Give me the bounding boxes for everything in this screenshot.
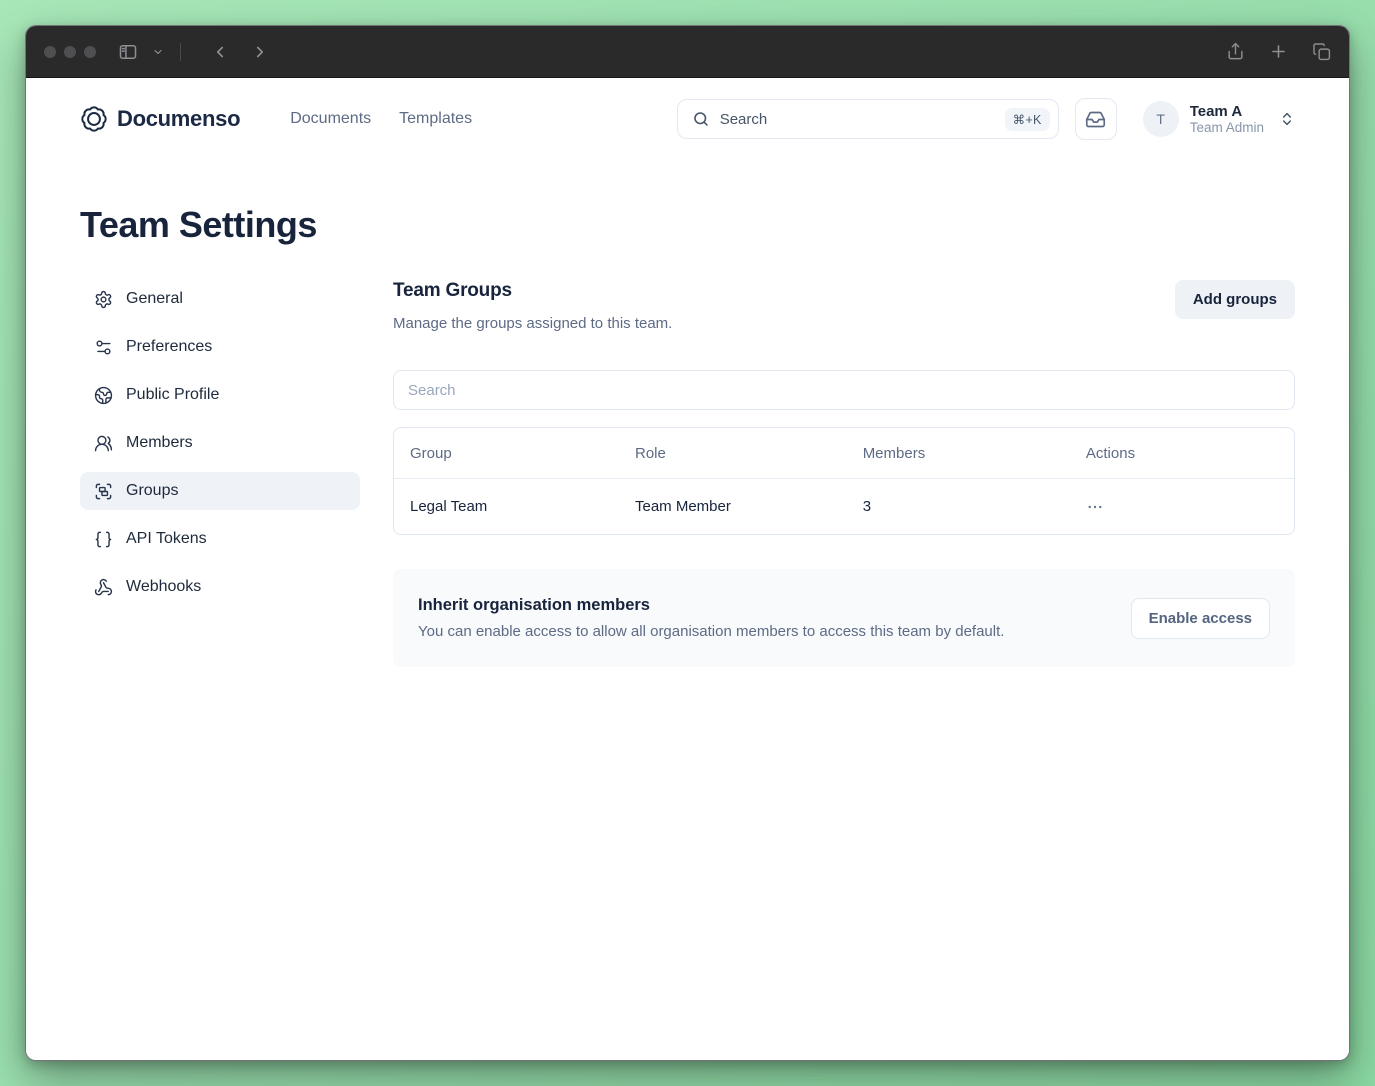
inherit-description: You can enable access to allow all organ… bbox=[418, 623, 1005, 640]
table-row: Legal Team Team Member 3 bbox=[394, 478, 1294, 534]
braces-icon bbox=[94, 530, 113, 549]
app-header: Documenso Documents Templates Search ⌘+K… bbox=[26, 78, 1349, 160]
toolbar-divider bbox=[180, 42, 181, 61]
chevrons-up-down-icon bbox=[1279, 111, 1295, 127]
sidebar-item-label: General bbox=[126, 290, 183, 307]
sidebar-item-members[interactable]: Members bbox=[80, 424, 360, 462]
traffic-lights[interactable] bbox=[44, 45, 96, 58]
gear-icon bbox=[94, 290, 113, 309]
browser-window: Documenso Documents Templates Search ⌘+K… bbox=[25, 25, 1350, 1061]
sidebar-item-label: Webhooks bbox=[126, 578, 202, 595]
chevron-down-icon[interactable] bbox=[152, 46, 164, 58]
cell-role: Team Member bbox=[635, 498, 731, 515]
sidebar-item-label: Preferences bbox=[126, 338, 213, 355]
settings-sidebar: General Preferences Public Profile Membe… bbox=[80, 280, 360, 667]
back-icon[interactable] bbox=[211, 43, 229, 61]
webhook-icon bbox=[94, 578, 113, 597]
search-icon bbox=[692, 110, 710, 128]
add-groups-button[interactable]: Add groups bbox=[1174, 280, 1295, 319]
sidebar-item-webhooks[interactable]: Webhooks bbox=[80, 568, 360, 606]
groups-table: Group Role Members Actions Legal Team Te… bbox=[393, 427, 1295, 535]
enable-access-button[interactable]: Enable access bbox=[1130, 597, 1270, 639]
account-name: Team A bbox=[1189, 102, 1243, 120]
sliders-icon bbox=[94, 338, 113, 357]
team-groups-panel: Team Groups Manage the groups assigned t… bbox=[393, 280, 1295, 667]
sidebar-item-groups[interactable]: Groups bbox=[80, 472, 360, 510]
groups-filter-input[interactable] bbox=[393, 370, 1295, 410]
sidebar-item-label: Public Profile bbox=[126, 386, 220, 403]
nav-documents[interactable]: Documents bbox=[290, 110, 371, 128]
table-header-row: Group Role Members Actions bbox=[394, 428, 1294, 478]
sidebar-item-label: Members bbox=[126, 434, 193, 451]
nav-templates[interactable]: Templates bbox=[399, 110, 472, 128]
inbox-button[interactable] bbox=[1074, 98, 1117, 140]
share-icon[interactable] bbox=[1226, 42, 1245, 61]
column-header-role: Role bbox=[635, 444, 666, 462]
documenso-seal-icon bbox=[80, 105, 108, 133]
account-role: Team Admin bbox=[1189, 119, 1264, 135]
account-menu[interactable]: T Team A Team Admin bbox=[1142, 101, 1295, 137]
titlebar bbox=[26, 26, 1349, 78]
column-header-group: Group bbox=[410, 444, 452, 462]
sidebar-item-preferences[interactable]: Preferences bbox=[80, 328, 360, 366]
brand-logo[interactable]: Documenso bbox=[80, 105, 241, 133]
sidebar-item-label: API Tokens bbox=[126, 530, 207, 547]
column-header-members: Members bbox=[862, 444, 926, 462]
zoom-window-button[interactable] bbox=[84, 45, 96, 58]
cell-members-count: 3 bbox=[862, 498, 872, 515]
global-search-input[interactable]: Search ⌘+K bbox=[676, 99, 1059, 139]
inherit-title: Inherit organisation members bbox=[418, 596, 650, 614]
sidebar-item-label: Groups bbox=[126, 482, 179, 499]
section-subtitle: Manage the groups assigned to this team. bbox=[393, 315, 673, 332]
tab-overview-icon[interactable] bbox=[1312, 42, 1331, 61]
global-search-placeholder: Search bbox=[719, 110, 768, 128]
minimize-window-button[interactable] bbox=[64, 45, 76, 58]
group-icon bbox=[94, 482, 113, 501]
sidebar-item-general[interactable]: General bbox=[80, 280, 360, 318]
globe-icon bbox=[94, 386, 113, 405]
brand-name: Documenso bbox=[117, 106, 241, 131]
page-title: Team Settings bbox=[80, 204, 317, 245]
close-window-button[interactable] bbox=[44, 45, 56, 58]
sidebar-item-public-profile[interactable]: Public Profile bbox=[80, 376, 360, 414]
search-shortcut-badge: ⌘+K bbox=[1004, 107, 1050, 131]
row-actions-menu-icon[interactable] bbox=[1086, 498, 1278, 516]
app-content: Documenso Documents Templates Search ⌘+K… bbox=[26, 78, 1349, 1060]
inherit-members-card: Inherit organisation members You can ena… bbox=[393, 569, 1295, 667]
cell-group-name: Legal Team bbox=[410, 498, 488, 515]
column-header-actions: Actions bbox=[1085, 444, 1136, 462]
users-icon bbox=[94, 434, 113, 453]
avatar: T bbox=[1142, 101, 1179, 137]
sidebar-toggle-icon[interactable] bbox=[118, 42, 138, 62]
forward-icon[interactable] bbox=[251, 43, 269, 61]
main-nav: Documents Templates bbox=[290, 110, 472, 128]
inbox-icon bbox=[1085, 109, 1106, 130]
new-tab-icon[interactable] bbox=[1269, 42, 1288, 61]
section-title: Team Groups bbox=[393, 280, 512, 301]
sidebar-item-api-tokens[interactable]: API Tokens bbox=[80, 520, 360, 558]
